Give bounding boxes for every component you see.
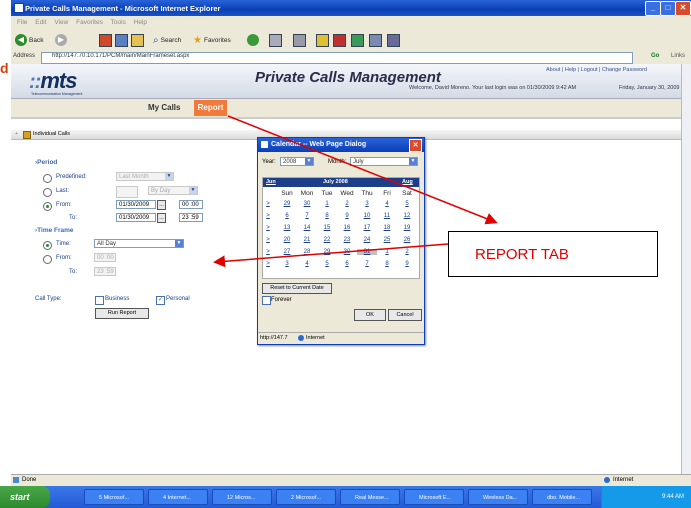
arrow-to-report-tab: [227, 115, 498, 225]
arrow-to-time-select: [213, 243, 449, 268]
report-tab-annotation: REPORT TAB: [448, 231, 658, 277]
